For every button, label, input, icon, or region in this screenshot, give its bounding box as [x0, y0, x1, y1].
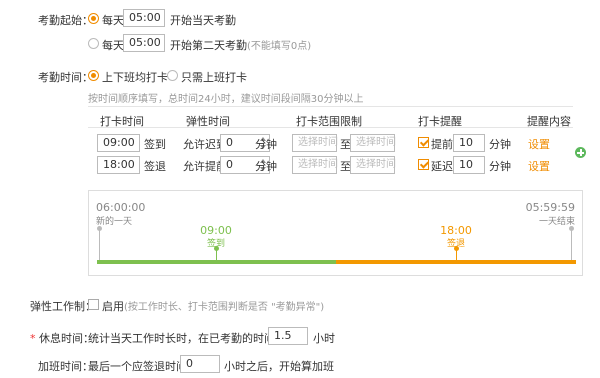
start-nextday-desc: 开始第二天考勤(不能填写0点)	[170, 37, 311, 53]
row1-settings-link[interactable]: 设置	[528, 136, 550, 152]
row2-flex-value: 0	[226, 158, 233, 171]
elastic-label: 弹性工作制：	[30, 300, 96, 313]
row2-time-input[interactable]: 18:00	[97, 156, 140, 174]
timeline-end-sub: 一天结束	[538, 217, 575, 227]
elastic-desc: (按工作时长、打卡范围判断是否 "考勤异常")	[124, 302, 325, 313]
row2-flex-unit: 分钟	[255, 160, 277, 173]
row2-remind-unit: 分钟	[489, 160, 511, 173]
timeline-end-dot	[569, 226, 574, 231]
start-radio-today[interactable]	[88, 13, 99, 24]
row2-range-to-input[interactable]: 选择时间	[350, 156, 396, 174]
row2-remind-input[interactable]: 10	[453, 156, 485, 174]
rest-unit: 小时	[313, 332, 335, 345]
start-nextday-time-input[interactable]: 05:00	[123, 34, 165, 52]
row1-remind-input[interactable]: 10	[453, 134, 485, 152]
elastic-checkbox-label: 启用	[102, 300, 124, 313]
row1-range-from-input[interactable]: 选择时间	[292, 134, 338, 152]
attend-mode-both-radio[interactable]	[88, 70, 99, 81]
timeline-end-tick	[571, 229, 572, 262]
row1-remind-checkbox[interactable]	[418, 137, 429, 148]
start-radio-nextday[interactable]	[88, 38, 99, 49]
start-nextday-note: (不能填写0点)	[247, 41, 312, 52]
elastic-checkbox[interactable]	[88, 299, 99, 310]
row1-remind-unit: 分钟	[489, 138, 511, 151]
timeline-start-sub: 新的一天	[96, 217, 133, 227]
timeline-checkout-dot	[454, 246, 459, 251]
timeline-start-dot	[97, 226, 102, 231]
rest-label: * 休息时间：	[30, 330, 94, 346]
attend-mode-in-only-label: 只需上班打卡	[181, 71, 247, 84]
row1-flex-unit: 分钟	[255, 138, 277, 151]
table-header-divider	[88, 127, 573, 128]
overtime-label: 加班时间：	[38, 360, 93, 373]
attend-hint: 按时间顺序填写，总时间24小时，建议时间段间隔30分钟以上	[88, 94, 364, 105]
row2-type: 签退	[144, 160, 166, 173]
start-radio-nextday-label: 每天	[102, 39, 124, 52]
row2-remind-label: 延迟	[431, 160, 453, 173]
plus-circle-icon[interactable]	[575, 147, 586, 158]
rest-label-text: 休息时间：	[39, 332, 94, 345]
row1-remind-label: 提前	[431, 138, 453, 151]
row1-flex-value: 0	[226, 136, 233, 149]
overtime-desc2: 小时之后，开始算加班	[224, 360, 334, 373]
timeline-start-tick	[99, 229, 100, 262]
attend-mode-both-label: 上下班均打卡	[102, 71, 168, 84]
timeline-end-time: 05:59:59	[525, 201, 575, 214]
required-mark: *	[30, 332, 36, 345]
attend-label: 考勤时间：	[38, 71, 93, 84]
row1-range-to-input[interactable]: 选择时间	[350, 134, 396, 152]
timeline-start-time: 06:00:00	[96, 201, 146, 214]
row1-type: 签到	[144, 138, 166, 151]
timeline-checkin-dot	[214, 246, 219, 251]
overtime-hours-input[interactable]: 0	[180, 355, 220, 373]
row2-range-from-input[interactable]: 选择时间	[292, 156, 338, 174]
start-nextday-desc-text: 开始第二天考勤	[170, 39, 247, 52]
row2-settings-link[interactable]: 设置	[528, 158, 550, 174]
start-label: 考勤起始：	[38, 14, 93, 27]
rest-hours-input[interactable]: 1.5	[268, 327, 308, 345]
row2-remind-checkbox[interactable]	[418, 159, 429, 170]
start-radio-today-label: 每天	[102, 14, 124, 27]
start-today-desc: 开始当天考勤	[170, 14, 236, 27]
attend-mode-in-only-radio[interactable]	[167, 70, 178, 81]
start-today-time-input[interactable]: 05:00	[123, 9, 165, 27]
row1-time-input[interactable]: 09:00	[97, 134, 140, 152]
